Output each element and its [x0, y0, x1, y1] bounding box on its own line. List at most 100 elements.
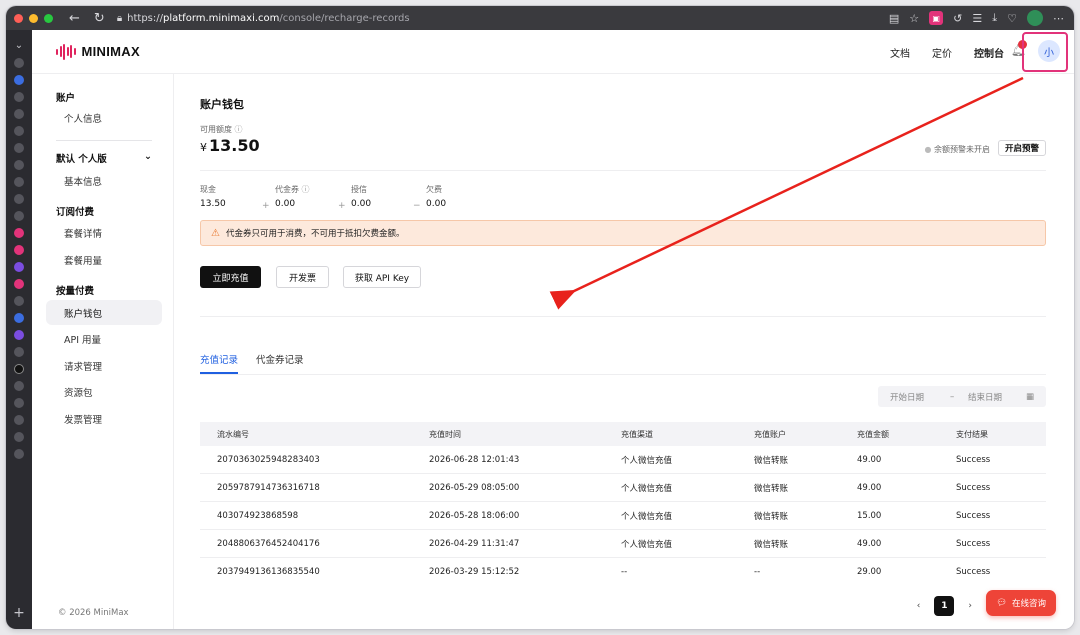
cell-amount: 15.00 — [857, 510, 882, 521]
maximize-window-button[interactable] — [44, 13, 53, 23]
add-icon[interactable]: + — [13, 605, 25, 621]
metric-value: 13.50 — [200, 199, 226, 209]
sidebar-item-plan-usage[interactable]: 套餐用量 — [46, 247, 162, 272]
nav-pricing-link[interactable]: 定价 — [932, 45, 952, 60]
nav-docs-link[interactable]: 文档 — [890, 45, 910, 60]
sidebar-item-packages[interactable]: 资源包 — [46, 379, 162, 404]
tab-recharge-records[interactable]: 充值记录 — [200, 352, 239, 374]
chevron-down-icon[interactable]: ⌄ — [15, 40, 23, 51]
cell-result: Success — [956, 454, 991, 465]
dock-app-icon[interactable] — [14, 177, 24, 187]
favorites-icon[interactable]: ☰ — [972, 12, 982, 25]
available-balance-label: 可用额度 ⓘ — [200, 125, 243, 134]
cell-amount: 49.00 — [857, 538, 882, 549]
metric-voucher: 代金券 ⓘ 0.00 — [275, 184, 310, 209]
help-circle-icon[interactable]: ⓘ — [235, 125, 243, 134]
sidebar-item-profile[interactable]: 个人信息 — [46, 105, 162, 130]
dock-app-icon[interactable] — [14, 228, 24, 238]
sidebar-section-account: 账户 — [56, 93, 76, 104]
metric-value: 0.00 — [426, 199, 447, 209]
cell-result: Success — [956, 567, 991, 577]
sidebar-item-invoices[interactable]: 发票管理 — [46, 406, 162, 431]
globe-icon[interactable] — [14, 432, 24, 442]
dock-app-icon[interactable] — [14, 330, 24, 340]
sidebar-item-plan-detail[interactable]: 套餐详情 — [46, 220, 162, 245]
dock-app-icon[interactable] — [14, 279, 24, 289]
dock-app-icon[interactable] — [14, 160, 24, 170]
help-circle-icon[interactable]: ⓘ — [302, 185, 310, 194]
sidebar-item-api-usage[interactable]: API 用量 — [46, 326, 162, 351]
invoice-button[interactable]: 开发票 — [276, 266, 329, 288]
profile-icon[interactable] — [1027, 10, 1043, 26]
dock-app-icon[interactable] — [14, 296, 24, 306]
dock-app-icon[interactable] — [14, 262, 24, 272]
star-icon[interactable]: ☆ — [909, 12, 919, 25]
download-icon[interactable]: ⤓ — [992, 11, 997, 25]
dock-app-icon[interactable] — [14, 126, 24, 136]
window-controls — [14, 13, 53, 23]
online-chat-button[interactable]: 💬︎ 在线咨询 — [986, 590, 1056, 616]
tabs-underline — [200, 374, 1046, 375]
sidebar-item-wallet[interactable]: 账户钱包 — [46, 300, 162, 325]
get-api-key-button[interactable]: 获取 API Key — [343, 266, 421, 288]
cell-amount: 29.00 — [857, 567, 882, 577]
github-icon[interactable] — [14, 211, 24, 221]
browser-nav: ← ↻ — [69, 11, 105, 26]
recharge-button[interactable]: 立即充值 — [200, 266, 261, 288]
cell-serial: 2048806376452404176 — [217, 538, 320, 549]
sidebar-item-basic[interactable]: 基本信息 — [46, 168, 162, 193]
start-date-input[interactable]: 开始日期 — [890, 391, 924, 403]
nav-console-link[interactable]: 控制台 — [974, 45, 1004, 60]
close-window-button[interactable] — [14, 13, 23, 23]
dock-app-icon[interactable] — [14, 92, 24, 102]
notice-text: 代金券只可用于消费，不可用于抵扣欠费金额。 — [225, 229, 405, 239]
dock-app-icon[interactable] — [14, 347, 24, 357]
dock-app-icon[interactable] — [14, 245, 24, 255]
heart-icon[interactable]: ♡ — [1007, 12, 1017, 25]
chevron-down-icon: ⌄ — [144, 151, 152, 162]
metric-arrears: 欠费 0.00 — [426, 184, 446, 209]
cell-account: 微信转账 — [754, 483, 789, 494]
cell-time: 2026-05-29 08:05:00 — [429, 482, 520, 493]
table-row: 403074923868598 2026-05-28 18:06:00 个人微信… — [200, 502, 1046, 530]
top-navbar: MINIMAX 文档 定价 控制台 🔔︎ 小 — [32, 30, 1074, 74]
more-icon[interactable]: ⋯ — [1053, 12, 1064, 25]
address-bar[interactable]: 🔒︎ https://platform.minimaxi.com/console… — [117, 10, 410, 26]
reload-icon[interactable]: ↻ — [94, 11, 105, 26]
minimize-window-button[interactable] — [29, 13, 38, 23]
section-divider — [200, 170, 1046, 171]
dock-app-icon[interactable] — [14, 143, 24, 153]
reader-icon[interactable]: ▤ — [889, 12, 899, 25]
dock-app-icon[interactable] — [14, 58, 24, 68]
page-number-current[interactable]: 1 — [934, 596, 955, 616]
dock-app-icon[interactable] — [14, 313, 24, 323]
date-range-picker[interactable]: 开始日期 – 结束日期 ▦ — [878, 386, 1046, 407]
dock-app-icon[interactable] — [14, 75, 24, 85]
page-next-button[interactable]: › — [968, 601, 972, 611]
dock-app-icon[interactable] — [14, 194, 24, 204]
console-app: MINIMAX 文档 定价 控制台 🔔︎ 小 账户 个人信息 默认 个人版 ⌄ … — [32, 30, 1074, 629]
browser-toolbar: ▤ ☆ ▣ ↺ ☰ ⤓ ♡ ⋯ — [889, 10, 1064, 26]
cell-result: Success — [956, 538, 991, 549]
sidebar-item-requests[interactable]: 请求管理 — [46, 353, 162, 378]
mail-icon[interactable] — [14, 415, 24, 425]
metric-value: 0.00 — [275, 199, 296, 209]
org-selector[interactable]: 默认 个人版 ⌄ — [56, 151, 152, 165]
back-arrow-icon[interactable]: ← — [69, 11, 80, 26]
dock-app-icon[interactable] — [14, 109, 24, 119]
end-date-input[interactable]: 结束日期 — [968, 391, 1002, 403]
extension-icon[interactable]: ▣ — [929, 11, 944, 25]
column-header: 流水编号 — [217, 429, 249, 439]
enable-alert-button[interactable]: 开启预警 — [997, 140, 1046, 156]
dock-app-icon[interactable] — [14, 381, 24, 391]
minimax-logo[interactable]: MINIMAX — [56, 43, 140, 61]
cell-channel: -- — [621, 567, 628, 577]
tab-voucher-records[interactable]: 代金券记录 — [256, 352, 304, 374]
tiktok-icon[interactable] — [14, 364, 24, 374]
dock-app-icon[interactable] — [14, 398, 24, 408]
page-prev-button[interactable]: ‹ — [917, 601, 921, 611]
globe-icon[interactable] — [14, 449, 24, 459]
refresh-extension-icon[interactable]: ↺ — [953, 12, 962, 25]
pagination: ‹ 1 › — [917, 596, 972, 616]
calendar-icon[interactable]: ▦ — [1026, 392, 1034, 402]
